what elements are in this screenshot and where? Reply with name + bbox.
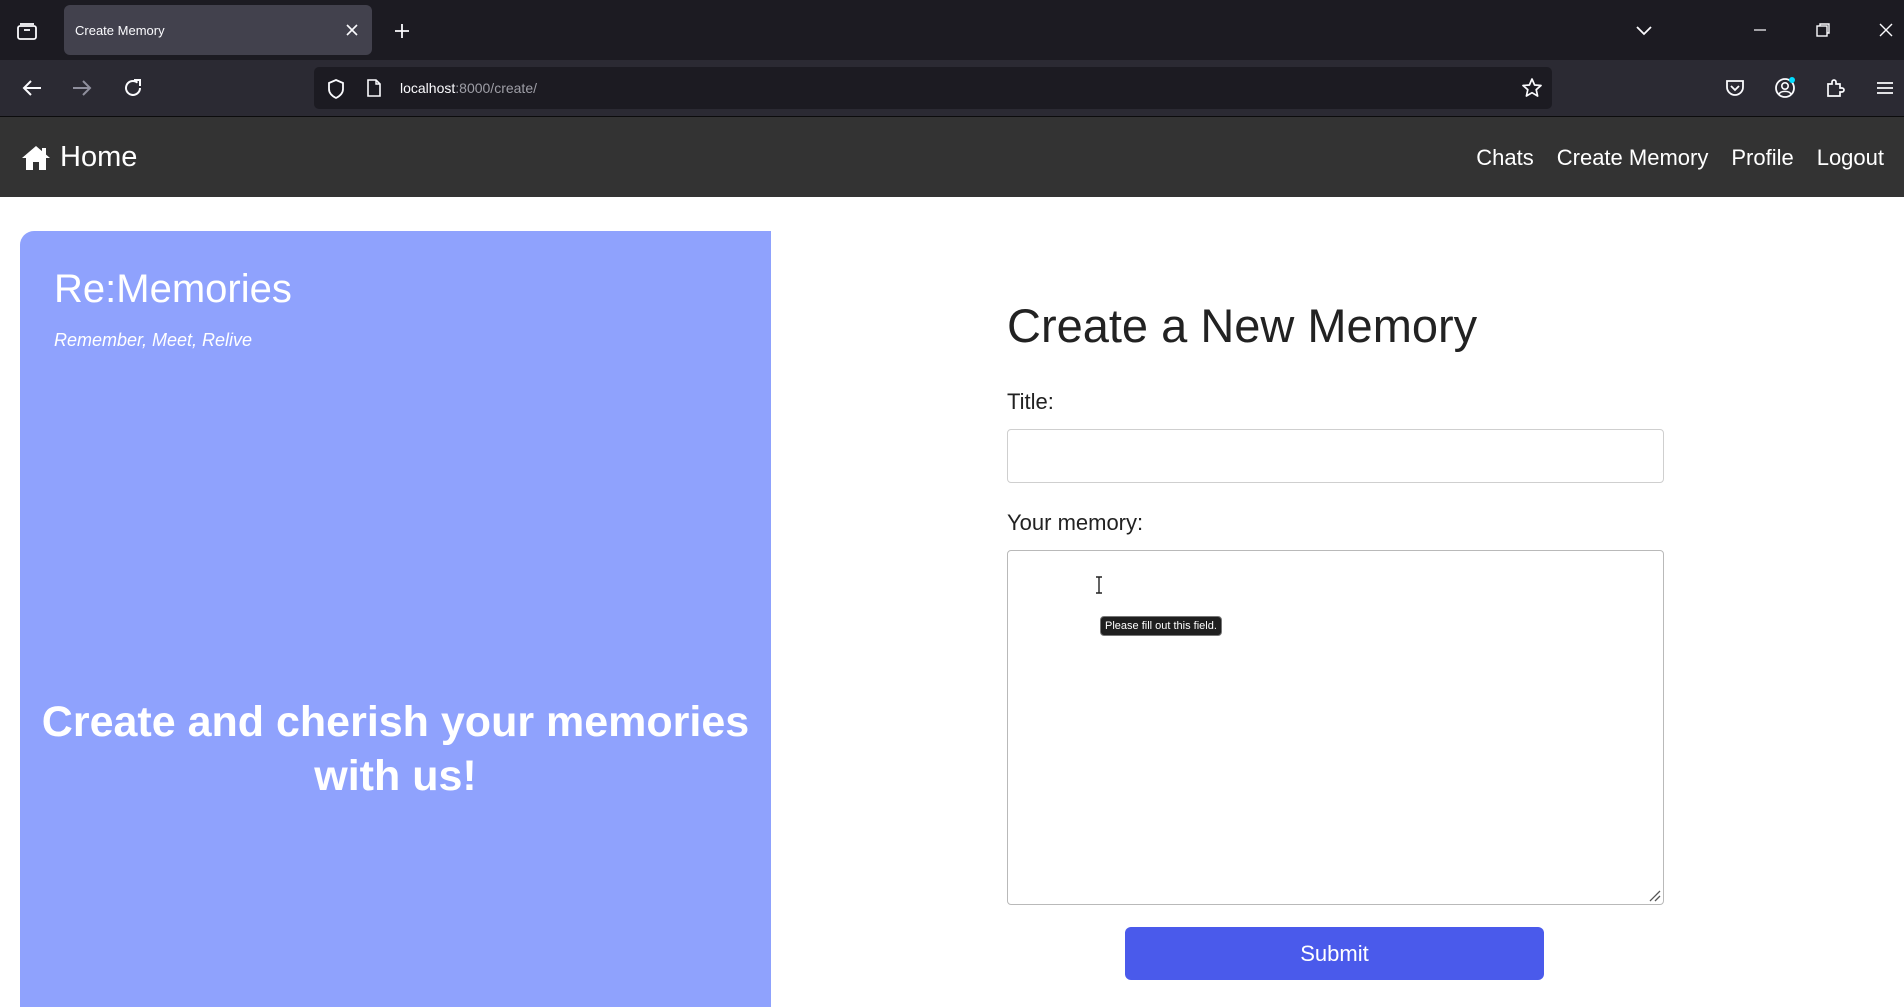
resize-handle-icon[interactable] [1647,888,1661,902]
title-input[interactable] [1007,429,1664,483]
site-header: Home Chats Create Memory Profile Logout [0,117,1904,197]
nav-chats[interactable]: Chats [1476,145,1533,171]
memory-label: Your memory: [1007,510,1144,535]
list-all-tabs-icon[interactable] [1626,14,1662,46]
back-icon[interactable] [15,71,49,105]
nav-profile[interactable]: Profile [1731,145,1793,171]
menu-icon[interactable] [1868,71,1902,105]
account-icon[interactable] [1768,71,1802,105]
home-icon [22,145,50,170]
home-label: Home [60,141,138,173]
text-cursor-icon [1096,576,1102,594]
browser-tab-active[interactable]: Create Memory [64,5,372,55]
minimize-icon[interactable] [1742,14,1778,46]
validation-tooltip: Please fill out this field. [1100,616,1222,636]
close-tab-icon[interactable] [342,20,362,40]
page-icon[interactable] [366,78,382,103]
nav-logout[interactable]: Logout [1817,145,1884,171]
shield-icon[interactable] [326,78,346,105]
hero-panel: Re:Memories Remember, Meet, Relive Creat… [20,231,771,1007]
forward-icon[interactable] [65,71,99,105]
tab-title: Create Memory [75,23,165,38]
new-tab-icon[interactable] [388,18,416,44]
tab-list-icon[interactable] [10,14,44,48]
site-nav: Chats Create Memory Profile Logout [1476,145,1884,171]
memory-textarea[interactable] [1007,550,1664,905]
restore-icon[interactable] [1805,14,1841,46]
form-heading: Create a New Memory [1007,299,1478,352]
bookmark-star-icon[interactable] [1520,76,1544,105]
address-bar[interactable]: localhost:8000/create/ [314,67,1552,109]
hero-tagline: Remember, Meet, Relive [54,330,253,350]
hero-title: Re:Memories [54,267,292,311]
browser-tab-bar: Create Memory [0,0,1904,60]
url-host: localhost [400,80,456,96]
hero-message: Create and cherish your memories with us… [41,698,750,800]
close-window-icon[interactable] [1868,14,1904,46]
url-path: :8000/create/ [455,80,537,96]
reload-icon[interactable] [116,71,150,105]
browser-toolbar: localhost:8000/create/ [0,60,1904,117]
nav-create-memory[interactable]: Create Memory [1557,145,1709,171]
title-label: Title: [1007,389,1054,414]
extensions-icon[interactable] [1818,71,1852,105]
url-text[interactable]: localhost:8000/create/ [400,80,537,96]
submit-button[interactable]: Submit [1125,927,1544,980]
home-link[interactable]: Home [20,141,137,174]
pocket-icon[interactable] [1718,71,1752,105]
